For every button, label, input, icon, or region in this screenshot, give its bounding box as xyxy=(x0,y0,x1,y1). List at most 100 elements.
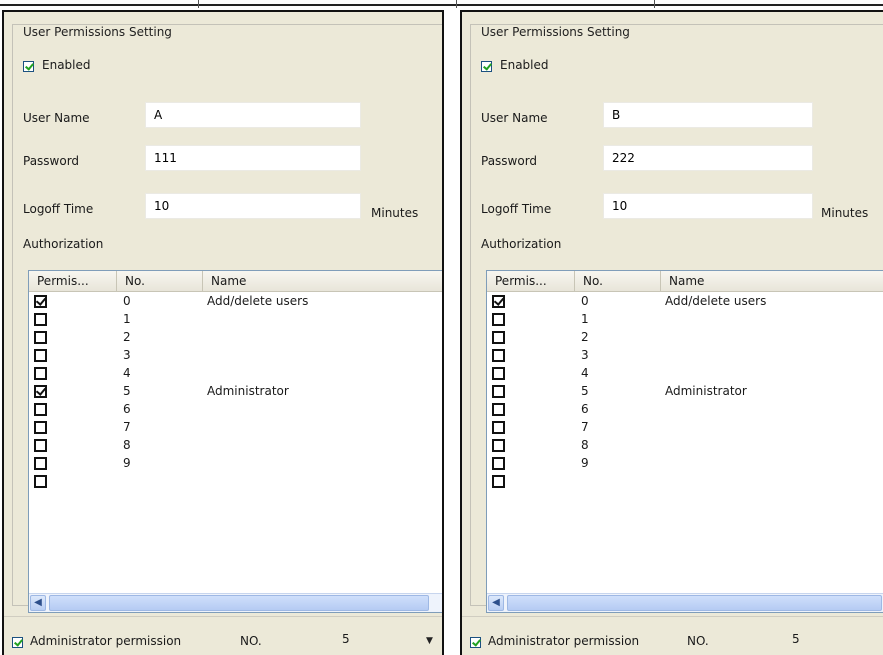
column-header-name[interactable]: Name xyxy=(203,271,442,291)
permission-checkbox[interactable] xyxy=(492,331,505,344)
user-name-label: User Name xyxy=(481,111,548,125)
horizontal-scrollbar[interactable]: ◀ xyxy=(487,593,883,612)
permission-number: 8 xyxy=(581,438,589,452)
list-item[interactable]: 0 Add/delete users xyxy=(29,293,442,311)
column-header-name[interactable]: Name xyxy=(661,271,883,291)
administrator-permission-label: Administrator permission xyxy=(488,634,640,648)
permission-name: Administrator xyxy=(207,384,289,398)
user-name-label: User Name xyxy=(23,111,90,125)
scroll-left-icon[interactable]: ◀ xyxy=(30,595,46,611)
permission-checkbox xyxy=(34,475,47,488)
user-panel-b: User Permissions Setting Enabled User Na… xyxy=(460,10,883,655)
list-item[interactable]: 4 xyxy=(487,365,883,383)
permission-checkbox[interactable] xyxy=(34,331,47,344)
list-item[interactable]: 5 Administrator xyxy=(487,383,883,401)
logoff-unit-label: Minutes xyxy=(821,206,869,220)
permission-checkbox[interactable] xyxy=(34,349,47,362)
list-item[interactable]: 6 xyxy=(487,401,883,419)
permission-checkbox[interactable] xyxy=(492,403,505,416)
top-border-tick xyxy=(456,0,457,8)
permission-checkbox[interactable] xyxy=(492,385,505,398)
list-item[interactable]: 7 xyxy=(487,419,883,437)
list-item[interactable]: 2 xyxy=(487,329,883,347)
permission-checkbox[interactable] xyxy=(34,457,47,470)
horizontal-scrollbar[interactable]: ◀ ▶ xyxy=(29,593,442,612)
group-title: User Permissions Setting xyxy=(479,25,632,39)
column-header-permission[interactable]: Permis... xyxy=(487,271,575,291)
list-item[interactable]: 9 xyxy=(29,455,442,473)
authorization-list[interactable]: Permis... No. Name 0 Add/delete users 1 2 3 4… xyxy=(486,270,883,613)
list-item[interactable]: 8 xyxy=(29,437,442,455)
permission-checkbox[interactable] xyxy=(34,385,47,398)
list-item[interactable]: 6 xyxy=(29,401,442,419)
permission-checkbox xyxy=(492,475,505,488)
administrator-no-select[interactable]: 5 xyxy=(342,632,350,646)
scroll-thumb[interactable] xyxy=(507,595,882,611)
permission-number: 9 xyxy=(123,456,131,470)
list-item[interactable]: 5 Administrator xyxy=(29,383,442,401)
permission-checkbox[interactable] xyxy=(492,295,505,308)
permission-checkbox[interactable] xyxy=(492,457,505,470)
column-header-no[interactable]: No. xyxy=(117,271,203,291)
list-item-partial xyxy=(29,473,442,491)
column-header-permission[interactable]: Permis... xyxy=(29,271,117,291)
logoff-unit-label: Minutes xyxy=(371,206,419,220)
password-label: Password xyxy=(23,154,80,168)
list-item[interactable]: 7 xyxy=(29,419,442,437)
permission-checkbox[interactable] xyxy=(492,313,505,326)
permission-checkbox[interactable] xyxy=(34,421,47,434)
scroll-thumb[interactable] xyxy=(49,595,429,611)
list-item[interactable]: 3 xyxy=(29,347,442,365)
permission-number: 6 xyxy=(123,402,131,416)
permission-checkbox[interactable] xyxy=(492,439,505,452)
user-name-input[interactable]: B xyxy=(603,102,813,128)
list-item[interactable]: 9 xyxy=(487,455,883,473)
permission-number: 2 xyxy=(581,330,589,344)
authorization-label: Authorization xyxy=(481,237,562,251)
permission-checkbox[interactable] xyxy=(34,295,47,308)
window-top-border xyxy=(0,0,883,10)
permission-checkbox[interactable] xyxy=(492,421,505,434)
scroll-left-icon[interactable]: ◀ xyxy=(488,595,504,611)
column-header-no[interactable]: No. xyxy=(575,271,661,291)
dropdown-arrow-icon[interactable]: ▼ xyxy=(426,636,433,646)
user-name-input[interactable]: A xyxy=(145,102,361,128)
list-item[interactable]: 4 xyxy=(29,365,442,383)
logoff-time-input[interactable]: 10 xyxy=(145,193,361,219)
enabled-checkbox[interactable] xyxy=(481,61,492,72)
list-item-partial xyxy=(487,473,883,491)
user-panel-a: User Permissions Setting Enabled User Na… xyxy=(2,10,444,655)
logoff-time-label: Logoff Time xyxy=(481,202,552,216)
permission-number: 2 xyxy=(123,330,131,344)
administrator-no-select[interactable]: 5 xyxy=(792,632,800,646)
permission-checkbox[interactable] xyxy=(34,403,47,416)
permission-checkbox[interactable] xyxy=(34,439,47,452)
password-input[interactable]: 111 xyxy=(145,145,361,171)
password-label: Password xyxy=(481,154,538,168)
logoff-time-input[interactable]: 10 xyxy=(603,193,813,219)
permission-name: Add/delete users xyxy=(665,294,767,308)
permission-checkbox[interactable] xyxy=(34,367,47,380)
permission-checkbox[interactable] xyxy=(492,367,505,380)
permission-checkbox[interactable] xyxy=(34,313,47,326)
permission-number: 7 xyxy=(123,420,131,434)
permission-number: 7 xyxy=(581,420,589,434)
list-item[interactable]: 2 xyxy=(29,329,442,347)
enabled-checkbox[interactable] xyxy=(23,61,34,72)
list-item[interactable]: 3 xyxy=(487,347,883,365)
list-item[interactable]: 0 Add/delete users xyxy=(487,293,883,311)
permission-number: 6 xyxy=(581,402,589,416)
list-item[interactable]: 1 xyxy=(29,311,442,329)
permission-checkbox[interactable] xyxy=(492,349,505,362)
administrator-permission-label: Administrator permission xyxy=(30,634,182,648)
permission-number: 0 xyxy=(123,294,131,308)
password-input[interactable]: 222 xyxy=(603,145,813,171)
enabled-label: Enabled xyxy=(500,58,549,72)
permission-number: 4 xyxy=(581,366,589,380)
administrator-permission-checkbox[interactable] xyxy=(470,637,481,648)
list-item[interactable]: 1 xyxy=(487,311,883,329)
list-item[interactable]: 8 xyxy=(487,437,883,455)
authorization-list[interactable]: Permis... No. Name 0 Add/delete users 1 2 3 4… xyxy=(28,270,442,613)
administrator-permission-checkbox[interactable] xyxy=(12,637,23,648)
bottom-divider xyxy=(4,616,442,617)
